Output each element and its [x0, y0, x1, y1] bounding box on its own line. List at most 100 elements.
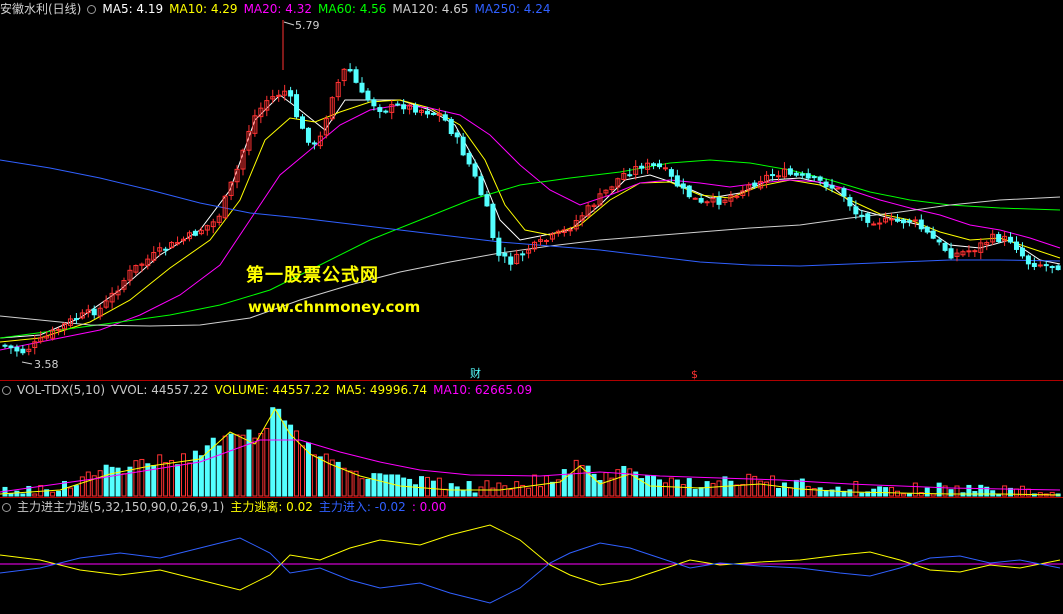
volume-bar	[73, 485, 79, 497]
candle-body	[413, 105, 419, 113]
volume-bar	[704, 481, 710, 497]
candle-body	[1025, 255, 1031, 265]
volume-bar	[377, 473, 383, 497]
candle-body	[859, 214, 865, 217]
volume-bar	[413, 484, 419, 497]
candle-body	[371, 99, 377, 107]
volume-bar	[627, 468, 633, 497]
low-pointer	[21, 361, 33, 365]
candle-body	[1055, 265, 1061, 271]
volume-bar	[442, 488, 448, 497]
candle-body	[823, 181, 829, 188]
high-pointer	[283, 21, 295, 26]
volume-bar	[895, 490, 900, 497]
volume-bar	[109, 466, 115, 497]
candle-body	[300, 116, 305, 129]
volume-bar	[436, 477, 442, 497]
volume-bar	[680, 484, 686, 497]
volume-bar	[67, 487, 73, 497]
candle-body	[294, 94, 300, 118]
volume-bar	[889, 486, 895, 497]
volume-bar	[692, 488, 698, 497]
candle-body	[895, 218, 900, 222]
indicator-panel[interactable]	[0, 524, 1063, 604]
candle-body	[853, 206, 859, 215]
volume-bar	[222, 435, 228, 497]
volume-bar	[817, 487, 823, 497]
volume-bar	[258, 432, 264, 497]
volume-bar	[674, 479, 680, 497]
volume-bar	[85, 471, 91, 497]
candle-body	[799, 173, 805, 176]
stock-chart[interactable]: 5.79 3.58 财 $	[0, 0, 1063, 614]
volume-bar	[419, 476, 424, 497]
candle-body	[8, 345, 14, 349]
volume-bar	[270, 407, 276, 497]
watermark-line2: www.chnmoney.com	[248, 298, 421, 316]
volume-bar	[710, 482, 716, 497]
candle-body	[865, 213, 871, 223]
candle-body	[770, 174, 776, 177]
candle-body	[163, 248, 169, 251]
volume-bar	[912, 482, 918, 497]
volume-bar	[460, 490, 466, 497]
vol-ma10-line	[0, 439, 1061, 493]
volume-bar	[698, 487, 704, 497]
candle-body	[543, 239, 549, 242]
candle-body	[674, 175, 680, 187]
volume-bar	[264, 427, 270, 497]
volume-bar	[900, 493, 906, 497]
volume-bar	[579, 465, 585, 497]
volume-bar	[389, 474, 395, 497]
volume-bar	[121, 473, 127, 497]
candle-body	[930, 230, 936, 239]
volume-bar	[252, 437, 258, 497]
candle-body	[20, 348, 26, 354]
volume-bar	[181, 453, 186, 497]
candle-body	[686, 185, 692, 198]
volume-bar	[633, 471, 639, 497]
volume-bar	[240, 434, 246, 497]
candle-body	[347, 69, 353, 72]
volume-bar	[424, 476, 430, 497]
candle-body	[841, 188, 847, 197]
volume-bar	[20, 493, 26, 497]
candle-body	[906, 220, 912, 223]
candle-body	[847, 197, 853, 207]
volume-panel[interactable]	[0, 407, 1061, 497]
price-panel[interactable]	[0, 20, 1061, 365]
watermark-line1: 第一股票公式网	[246, 265, 379, 286]
candle-body	[395, 103, 401, 106]
volume-bar	[347, 470, 353, 497]
high-price-label: 5.79	[295, 19, 320, 32]
candle-body	[401, 104, 407, 110]
candle-body	[1049, 266, 1055, 269]
volume-bar	[990, 490, 996, 497]
candle-body	[639, 165, 645, 169]
candle-body	[817, 176, 823, 181]
volume-bar	[454, 486, 460, 497]
ma-line-2	[0, 104, 1061, 351]
candle-body	[734, 195, 740, 198]
volume-bar	[466, 481, 472, 497]
volume-bar	[787, 487, 793, 497]
volume-bar	[139, 458, 145, 497]
volume-bar	[32, 493, 38, 497]
volume-bar	[341, 467, 347, 497]
volume-bar	[186, 462, 192, 497]
volume-bar	[14, 490, 20, 497]
volume-bar	[561, 469, 567, 497]
volume-bar	[657, 479, 662, 497]
volume-bar	[401, 477, 407, 497]
volume-bar	[740, 483, 746, 497]
financial-report-marker[interactable]: 财	[470, 366, 481, 380]
candle-body	[900, 219, 906, 224]
candle-body	[490, 203, 496, 239]
candle-body	[627, 174, 633, 177]
dividend-marker[interactable]: $	[691, 368, 698, 381]
volume-bar	[407, 478, 413, 497]
candle-body	[14, 346, 20, 352]
candle-body	[793, 172, 799, 176]
volume-bar	[543, 475, 549, 497]
volume-bar	[472, 492, 478, 497]
